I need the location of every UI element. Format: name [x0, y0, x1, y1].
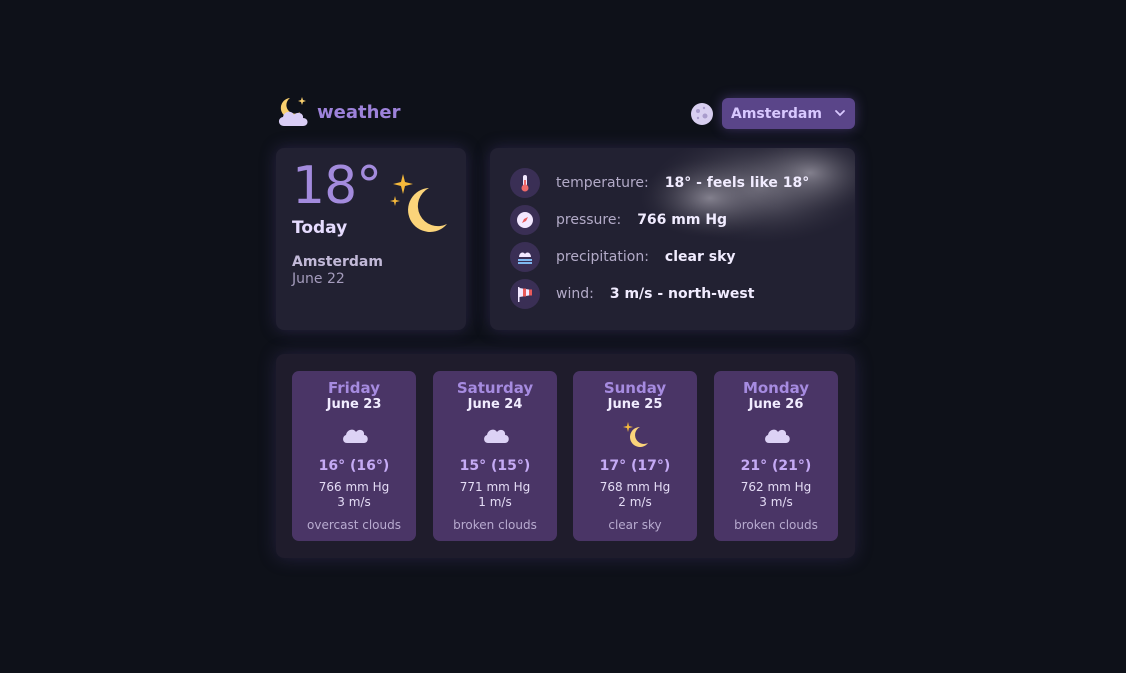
forecast-day-name: Saturday [456, 379, 534, 397]
detail-label: wind: [556, 286, 594, 302]
forecast-day-card[interactable]: Saturday June 24 15° (15°) 771 mm Hg 1 m… [433, 371, 557, 541]
forecast-day-card[interactable]: Monday June 26 21° (21°) 762 mm Hg 3 m/s… [714, 371, 838, 541]
forecast-day-temp: 21° (21°) [740, 458, 812, 474]
detail-row-precipitation: precipitation: clear sky [510, 242, 736, 272]
forecast-day-wind: 1 m/s [478, 495, 512, 509]
forecast-day-pressure: 762 mm Hg [740, 480, 812, 494]
forecast-day-description: broken clouds [453, 518, 537, 532]
forecast-day-card[interactable]: Friday June 23 16° (16°) 766 mm Hg 3 m/s… [292, 371, 416, 541]
detail-label: temperature: [556, 175, 649, 191]
weather-app: weather Amsterdam 18° Today Amsterdam Ju… [276, 96, 855, 558]
forecast-day-date: June 23 [326, 397, 382, 412]
forecast-panel: Friday June 23 16° (16°) 766 mm Hg 3 m/s… [276, 354, 855, 558]
chevron-down-icon [835, 110, 845, 117]
forecast-day-temp: 17° (17°) [599, 458, 671, 474]
forecast-day-card[interactable]: Sunday June 25 17° (17°) 768 mm Hg 2 m/s… [573, 371, 697, 541]
detail-row-pressure: pressure: 766 mm Hg [510, 205, 727, 235]
city-select[interactable]: Amsterdam [722, 98, 855, 129]
forecast-day-pressure: 766 mm Hg [318, 480, 390, 494]
forecast-day-pressure: 768 mm Hg [599, 480, 671, 494]
today-date: June 22 [292, 271, 345, 287]
forecast-day-temp: 16° (16°) [318, 458, 390, 474]
forecast-day-wind: 3 m/s [759, 495, 793, 509]
forecast-day-pressure: 771 mm Hg [459, 480, 531, 494]
today-city: Amsterdam [292, 254, 383, 270]
thermometer-icon [510, 168, 540, 198]
precipitation-icon [510, 242, 540, 272]
forecast-day-wind: 3 m/s [337, 495, 371, 509]
forecast-day-date: June 24 [467, 397, 523, 412]
today-temperature: 18° [292, 156, 382, 216]
today-label: Today [292, 218, 348, 238]
forecast-day-description: broken clouds [734, 518, 818, 532]
crescent-moon-icon [390, 174, 447, 232]
detail-value: 3 m/s - north-west [609, 286, 755, 302]
forecast-day-name: Friday [327, 379, 380, 397]
forecast-day-wind: 2 m/s [618, 495, 652, 509]
detail-row-temperature: temperature: 18° - feels like 18° [510, 168, 809, 198]
windsock-icon [510, 279, 540, 309]
forecast-day-name: Monday [742, 379, 810, 397]
cloud-icon [484, 429, 509, 443]
forecast-day-date: June 26 [748, 397, 804, 412]
cloud-icon [343, 429, 368, 443]
logo[interactable]: weather [276, 96, 401, 128]
compass-icon [510, 205, 540, 235]
detail-label: precipitation: [556, 249, 649, 265]
city-select-value: Amsterdam [731, 105, 822, 122]
forecast-day-description: clear sky [608, 518, 662, 532]
logo-text: weather [317, 101, 401, 123]
moon-cloud-icon [278, 97, 308, 126]
detail-value: clear sky [664, 249, 736, 265]
theme-toggle-button[interactable] [690, 102, 714, 126]
details-card: temperature: 18° - feels like 18° pressu… [490, 148, 855, 330]
forecast-day-name: Sunday [603, 379, 667, 397]
detail-value: 18° - feels like 18° [664, 175, 810, 191]
moon-icon [691, 103, 713, 125]
detail-value: 766 mm Hg [637, 212, 728, 228]
forecast-day-temp: 15° (15°) [459, 458, 531, 474]
detail-row-wind: wind: 3 m/s - north-west [510, 279, 754, 309]
cloud-icon [765, 429, 790, 443]
today-card: 18° Today Amsterdam June 22 [276, 148, 466, 330]
detail-label: pressure: [556, 212, 622, 228]
forecast-day-description: overcast clouds [307, 518, 401, 532]
forecast-day-date: June 25 [607, 397, 663, 412]
header: weather Amsterdam [276, 96, 855, 130]
crescent-moon-icon [623, 422, 648, 447]
